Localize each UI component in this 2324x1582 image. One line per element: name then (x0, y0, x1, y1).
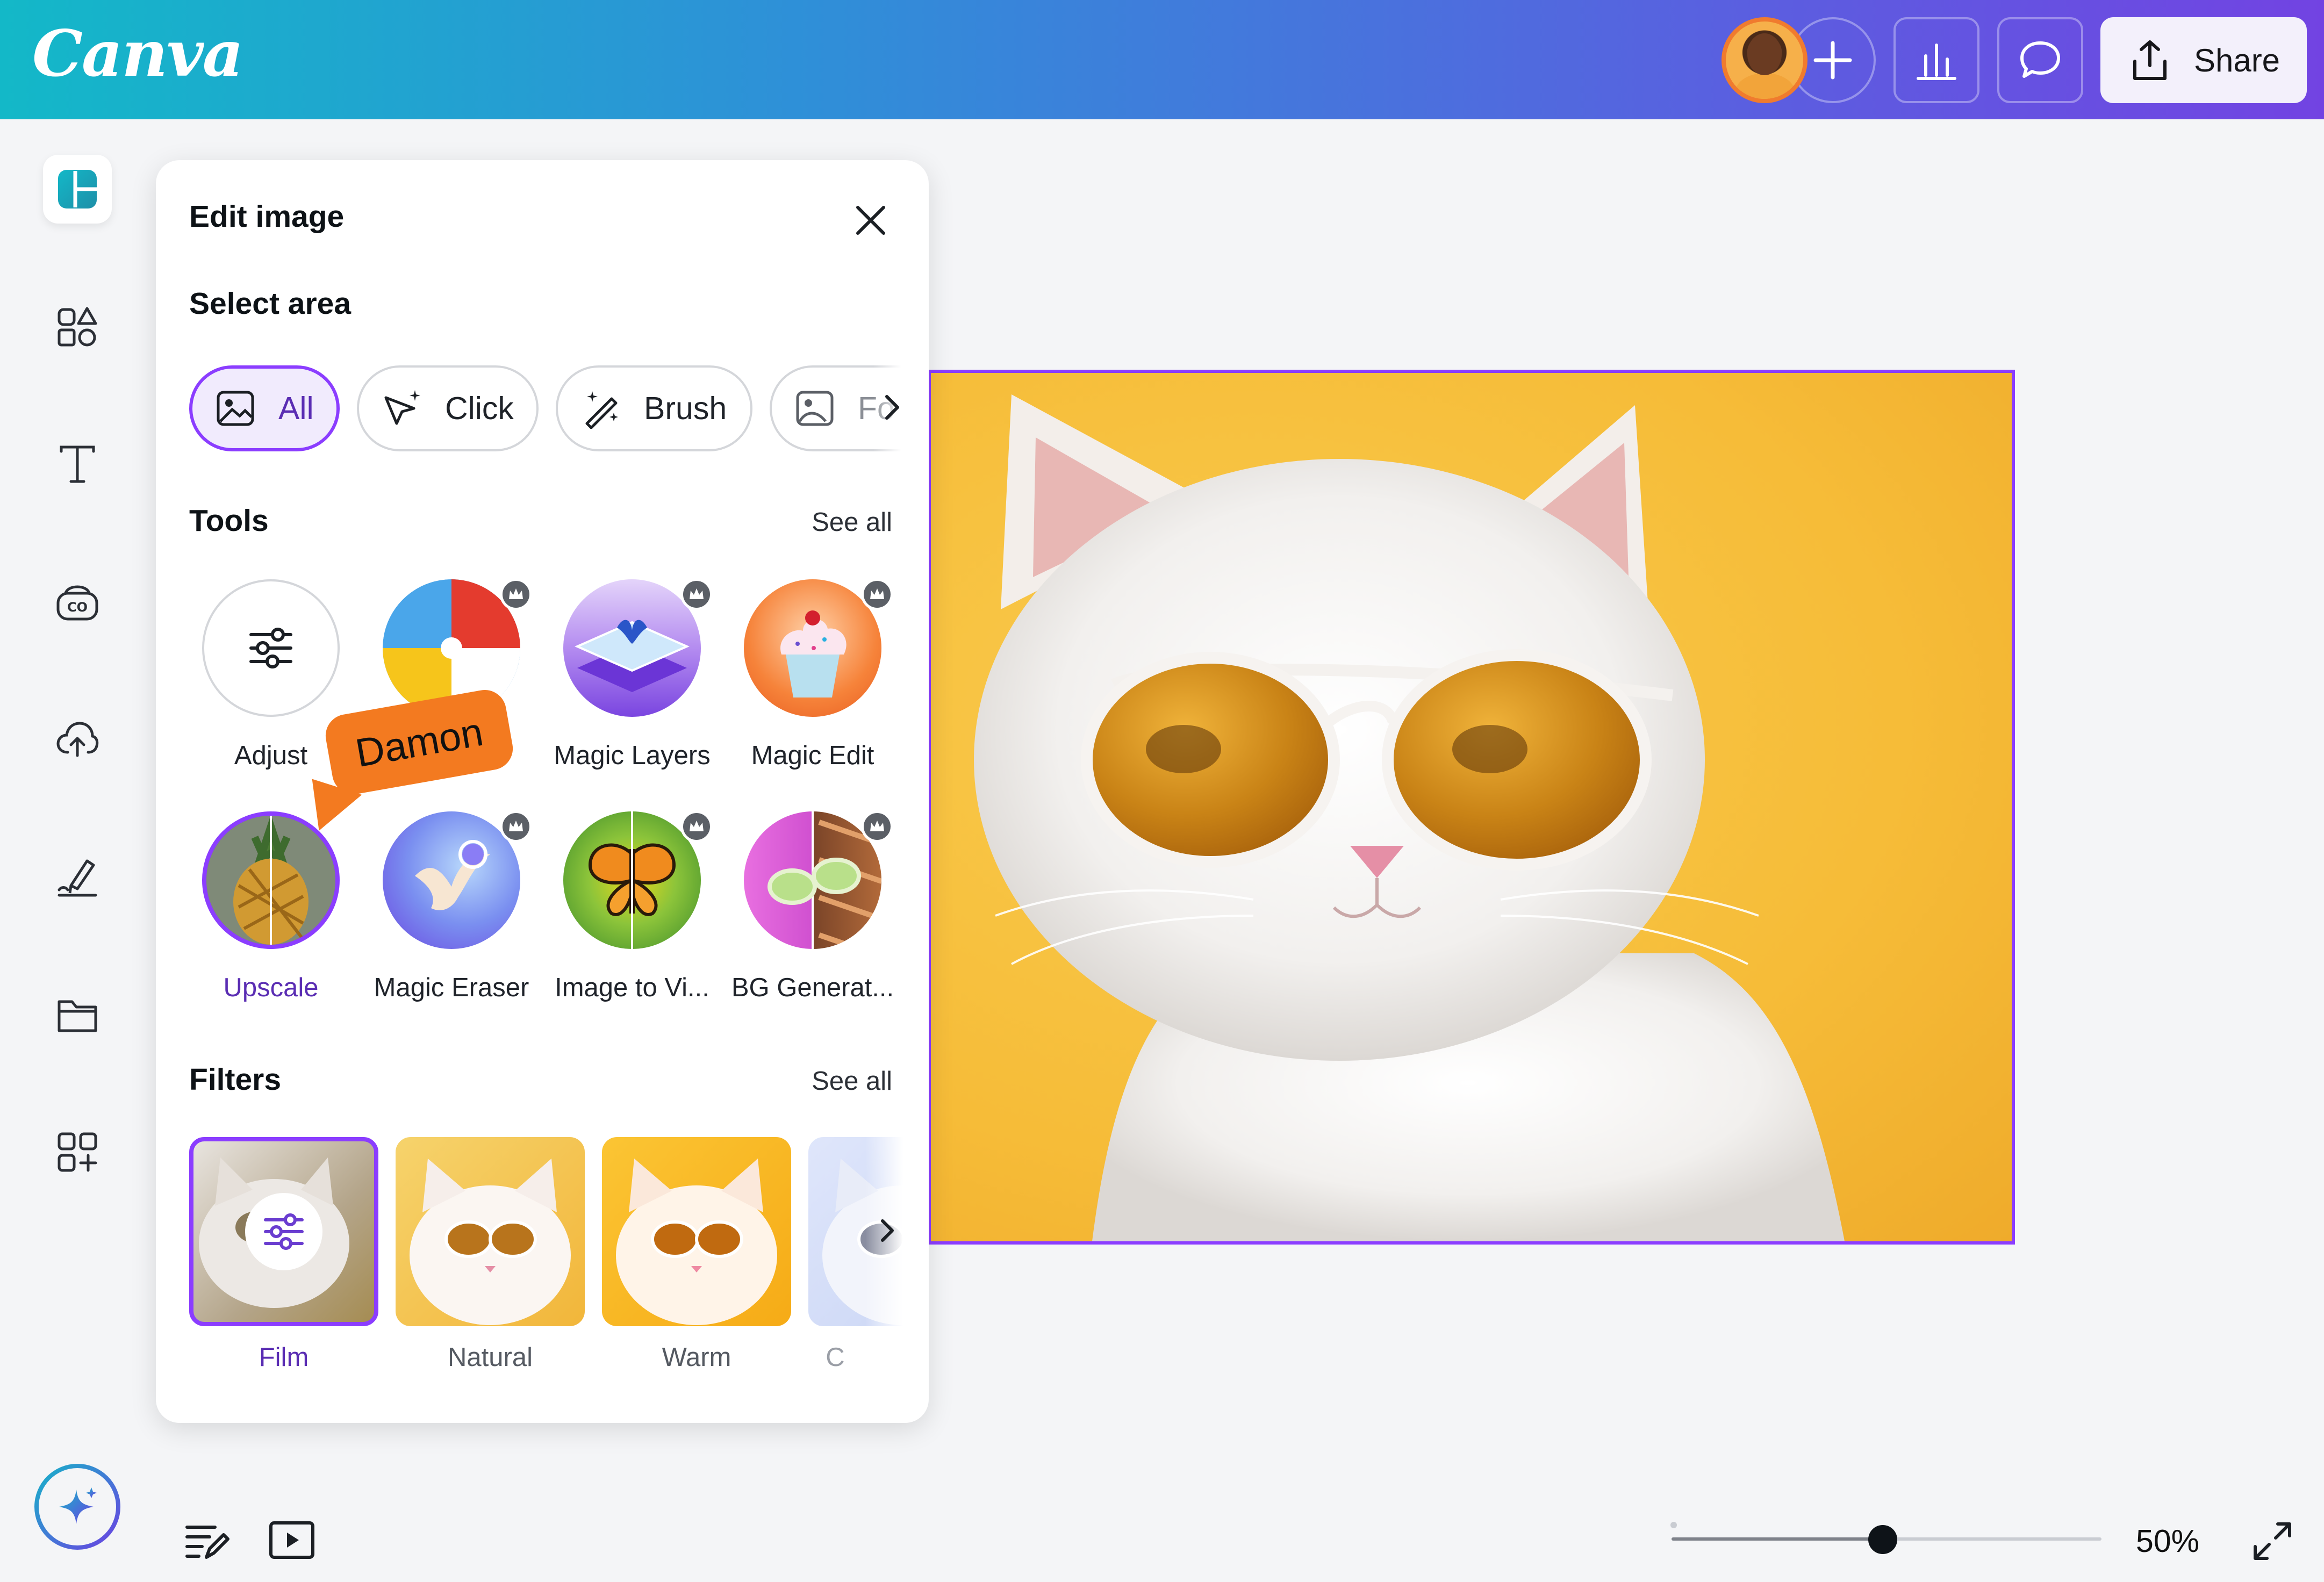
close-icon (856, 206, 885, 235)
fullscreen-button[interactable] (2250, 1519, 2295, 1564)
chips-scroll-right-button[interactable] (876, 391, 908, 423)
sidebar-item-projects[interactable] (43, 980, 112, 1049)
collaborator-name: Damon (352, 709, 486, 775)
sidebar-item-brand[interactable]: CO (43, 567, 112, 636)
filter-natural[interactable] (396, 1137, 585, 1326)
svg-text:CO: CO (67, 600, 88, 615)
top-bar: Canva Share (0, 0, 2324, 119)
play-icon (269, 1521, 314, 1559)
tools-see-all-link[interactable]: See all (812, 507, 892, 537)
sidebar-item-apps[interactable] (43, 1118, 112, 1186)
shapes-icon (58, 307, 97, 347)
brand-icon: CO (56, 585, 98, 621)
cat-photo (974, 394, 1845, 1241)
expand-icon (2254, 1522, 2291, 1560)
comment-icon (2020, 41, 2060, 78)
layers-icon (575, 620, 690, 692)
sidebar-item-draw[interactable] (43, 843, 112, 911)
tool-label: Image to Vi... (555, 973, 709, 1002)
crown-icon (680, 578, 713, 610)
filters-see-all-link[interactable]: See all (812, 1066, 892, 1096)
sliders-icon (249, 628, 292, 668)
share-label: Share (2193, 42, 2280, 78)
text-icon (60, 445, 95, 483)
bar-chart-icon (1917, 44, 1956, 80)
filter-adjust-button[interactable] (245, 1193, 322, 1270)
filter-label: Film (259, 1343, 309, 1372)
upload-icon (2133, 40, 2167, 80)
zoom-min-dot (1670, 1522, 1677, 1528)
sidebar-item-text[interactable] (43, 430, 112, 499)
plus-icon (1813, 41, 1852, 80)
filter-thumbnail (616, 1159, 777, 1325)
comments-button[interactable] (1997, 17, 2083, 103)
crown-icon (680, 810, 713, 843)
tools-title: Tools (189, 504, 269, 538)
cloud-upload-icon (56, 722, 99, 757)
sidebar-item-design[interactable] (43, 155, 112, 224)
tool-label: Magic Layers (554, 741, 711, 770)
notes-button[interactable] (183, 1516, 231, 1565)
filter-thumbnail (410, 1159, 571, 1325)
filter-label: Warm (662, 1343, 731, 1372)
crown-icon (861, 578, 893, 610)
filters-title: Filters (189, 1062, 282, 1097)
filter-label: C (826, 1343, 845, 1372)
sidebar-item-uploads[interactable] (43, 705, 112, 774)
tool-label: Upscale (223, 973, 319, 1002)
avatar[interactable] (1722, 17, 1807, 103)
present-button[interactable] (268, 1516, 316, 1565)
crown-icon (861, 810, 893, 843)
cupcake-icon (780, 610, 847, 697)
butterfly-icon (588, 811, 676, 949)
magic-click-icon (383, 387, 426, 430)
magic-brush-icon (582, 387, 625, 430)
select-area-click-chip[interactable]: Click (357, 365, 539, 451)
chip-label: All (278, 391, 314, 426)
canva-logo[interactable]: Canva (32, 16, 243, 91)
chevron-right-icon (881, 1219, 894, 1242)
crown-icon (500, 578, 532, 610)
pen-icon (58, 859, 97, 897)
share-button[interactable]: Share (2100, 17, 2307, 103)
filter-warm[interactable] (602, 1137, 791, 1326)
edit-image-panel: Edit image Select area All Click Brush F… (156, 160, 929, 1423)
bird-icon (415, 840, 490, 910)
panel-title: Edit image (189, 199, 345, 234)
sunglasses-icon (768, 811, 881, 949)
sliders-icon (264, 1213, 304, 1250)
folder-icon (58, 1000, 97, 1032)
filter-film[interactable] (189, 1137, 378, 1326)
select-area-all-chip[interactable]: All (189, 365, 340, 451)
magic-assistant-button[interactable] (34, 1464, 120, 1550)
sparkle-icon (59, 1487, 97, 1524)
image-icon (795, 387, 838, 430)
tool-label: Magic Eraser (374, 973, 529, 1002)
image-icon (216, 387, 259, 430)
filter-label: Natural (448, 1343, 533, 1372)
chevron-right-icon (885, 395, 899, 420)
canvas-image-cat[interactable] (928, 370, 2015, 1245)
tool-label: BG Generat... (731, 973, 894, 1002)
close-panel-button[interactable] (849, 199, 892, 242)
insights-button[interactable] (1893, 17, 1979, 103)
design-icon (58, 170, 97, 208)
pineapple-icon (206, 816, 335, 945)
filters-scroll-right-button[interactable] (871, 1214, 903, 1247)
zoom-value[interactable]: 50% (2136, 1523, 2199, 1559)
notes-icon (185, 1526, 229, 1559)
select-area-title: Select area (189, 286, 352, 321)
zoom-slider-fill (1672, 1537, 1881, 1541)
zoom-slider-thumb[interactable] (1868, 1525, 1897, 1554)
select-area-brush-chip[interactable]: Brush (556, 365, 752, 451)
crown-icon (500, 810, 532, 843)
chip-label: Brush (644, 391, 727, 426)
tool-label: Magic Edit (751, 741, 874, 770)
sidebar-item-elements[interactable] (43, 292, 112, 361)
apps-icon (58, 1132, 97, 1172)
chip-label: Click (445, 391, 514, 426)
